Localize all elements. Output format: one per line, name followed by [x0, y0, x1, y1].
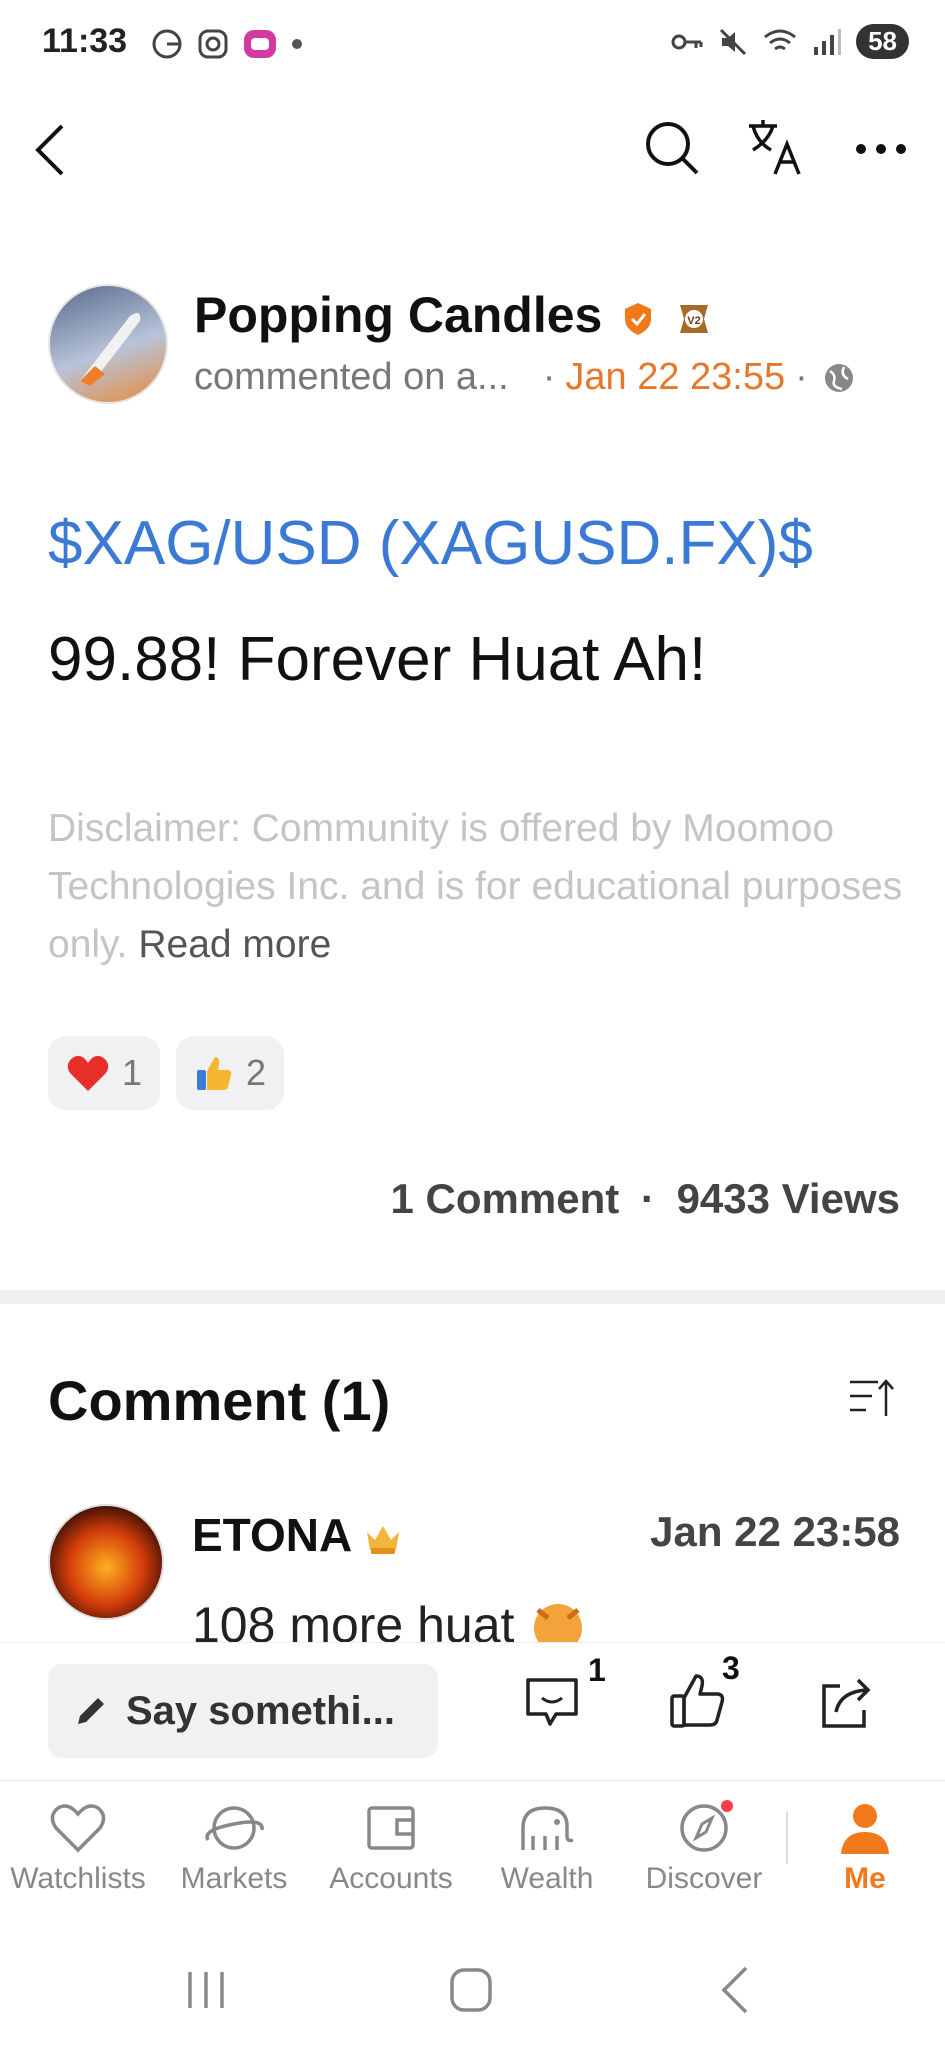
status-time: 11:33 — [42, 22, 128, 60]
search-icon[interactable] — [642, 118, 702, 178]
dot-icon — [292, 39, 302, 49]
thumbs-up-emoji-icon — [197, 1057, 232, 1090]
tab-separator — [786, 1812, 788, 1864]
elephant-icon — [521, 1806, 574, 1850]
heart-emoji-icon — [67, 1055, 109, 1091]
comment-text-content: 108 more huat — [192, 1597, 515, 1646]
key-icon — [671, 34, 703, 49]
sort-icon[interactable] — [848, 1376, 894, 1420]
section-divider — [0, 1290, 945, 1304]
svg-text:V2: V2 — [687, 315, 700, 327]
post-meta: commented on a... · Jan 22 23:55 · — [194, 356, 856, 399]
author-name-text: Popping Candles — [194, 287, 603, 343]
reactions: 1 2 — [48, 1036, 285, 1110]
translate-icon[interactable] — [745, 116, 807, 178]
system-icons: 58 — [670, 24, 909, 59]
comment-count-badge: 1 — [588, 1652, 606, 1688]
disclaimer: Disclaimer: Community is offered by Moom… — [48, 800, 908, 974]
status-bar: 11:33 58 — [0, 0, 945, 90]
system-back-icon[interactable] — [718, 1964, 752, 2016]
instagram-icon — [198, 29, 228, 59]
comment-count[interactable]: 1 Comment — [391, 1175, 620, 1222]
tab-label: Markets — [180, 1862, 288, 1895]
author-avatar[interactable] — [48, 284, 168, 404]
tab-discover[interactable]: Discover — [629, 1800, 779, 1896]
comment-input-placeholder: Say somethi... — [126, 1688, 395, 1733]
tab-markets[interactable]: Markets — [159, 1800, 309, 1896]
comment-bubble-icon — [526, 1678, 578, 1726]
commenter-avatar[interactable] — [48, 1504, 164, 1620]
back-icon[interactable] — [30, 122, 70, 178]
commenter-name-text: ETONA — [192, 1509, 351, 1561]
read-more-link[interactable]: Read more — [138, 923, 331, 966]
wallet-icon — [367, 1806, 415, 1850]
verified-badge-icon — [625, 302, 652, 335]
comments-button[interactable] — [522, 1672, 582, 1737]
comment-text: 108 more huat — [192, 1596, 588, 1646]
crown-badge-icon — [367, 1525, 400, 1554]
comment-input[interactable]: Say somethi... — [48, 1664, 438, 1758]
globe-icon — [824, 363, 853, 392]
reaction-count: 2 — [246, 1052, 267, 1093]
planet-icon — [205, 1806, 264, 1850]
tab-watchlists[interactable]: Watchlists — [3, 1800, 153, 1896]
tab-accounts[interactable]: Accounts — [316, 1800, 466, 1896]
tab-me[interactable]: Me — [790, 1800, 940, 1896]
share-icon — [822, 1678, 871, 1728]
comments-title: Comment (1) — [48, 1369, 391, 1432]
comment-date: Jan 22 23:58 — [650, 1508, 900, 1555]
lazada-icon — [244, 30, 276, 58]
rocket-image — [62, 312, 141, 402]
stock-ticker-link[interactable]: $XAG/USD (XAGUSD.FX)$ — [48, 508, 813, 579]
author-name[interactable]: Popping Candles V2 — [194, 286, 714, 344]
view-count: 9433 Views — [676, 1175, 900, 1222]
post-date: Jan 22 23:55 — [565, 356, 786, 398]
post-stats: 1 Comment · 9433 Views — [390, 1175, 900, 1222]
signal-icon — [814, 28, 842, 55]
battery-indicator: 58 — [856, 24, 909, 59]
top-nav — [0, 100, 945, 200]
wifi-icon — [764, 29, 797, 50]
compass-icon — [680, 1800, 733, 1852]
google-icon — [152, 29, 182, 59]
home-icon[interactable] — [448, 1966, 494, 2014]
person-icon — [841, 1804, 889, 1854]
like-button[interactable] — [668, 1670, 730, 1737]
reaction-count: 1 — [122, 1052, 143, 1093]
reaction-thumbs-up[interactable]: 2 — [176, 1036, 285, 1110]
commenter-name[interactable]: ETONA — [192, 1508, 403, 1562]
post-body: 99.88! Forever Huat Ah! — [48, 625, 707, 694]
system-nav-bar — [0, 1940, 945, 2048]
heart-icon — [50, 1804, 106, 1853]
tab-label: Wealth — [500, 1862, 594, 1895]
tab-label: Me — [844, 1862, 886, 1895]
mute-icon — [720, 28, 747, 55]
share-button[interactable] — [818, 1676, 876, 1737]
like-count-badge: 3 — [722, 1650, 740, 1686]
reaction-heart[interactable]: 1 — [48, 1036, 161, 1110]
tab-label: Discover — [645, 1862, 763, 1895]
tab-wealth[interactable]: Wealth — [472, 1800, 622, 1896]
money-face-emoji-icon — [534, 1604, 583, 1646]
notification-icons — [150, 26, 304, 62]
tab-label: Watchlists — [10, 1862, 146, 1895]
more-icon[interactable] — [855, 142, 907, 156]
tab-label: Accounts — [329, 1862, 453, 1895]
level-badge-icon: V2 — [680, 304, 709, 333]
post-context[interactable]: commented on a... — [194, 356, 509, 399]
pencil-icon — [78, 1698, 104, 1724]
recent-apps-icon[interactable] — [184, 1968, 228, 2012]
thumbs-up-icon — [670, 1674, 725, 1728]
